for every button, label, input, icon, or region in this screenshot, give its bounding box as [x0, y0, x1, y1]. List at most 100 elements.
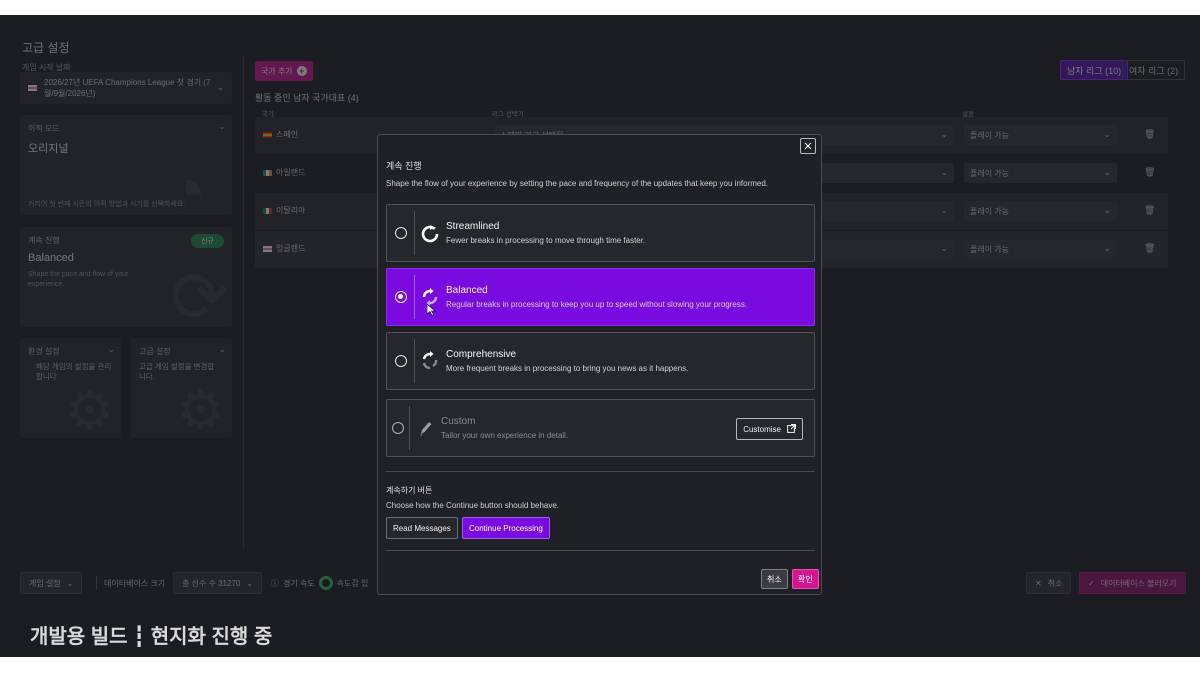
country-cell: 아일랜드: [263, 167, 305, 178]
pace-title: 계속 진행: [28, 236, 60, 245]
transfer-mode-value: 오리지널: [28, 143, 69, 155]
option-desc: More frequent breaks in processing to br…: [446, 364, 689, 373]
continue-processing-toggle[interactable]: Continue Processing: [462, 517, 550, 539]
modal-confirm-button[interactable]: 확인: [792, 569, 819, 589]
chevron-down-icon: ⌄: [66, 578, 74, 588]
chevron-down-icon: ⌄: [218, 121, 226, 131]
chevron-down-icon: ⌄: [216, 82, 224, 92]
option-divider: [414, 339, 415, 383]
option-comprehensive[interactable]: Comprehensive More frequent breaks in pr…: [386, 332, 815, 390]
total-players-select[interactable]: 총 선수 수 31270 ⌄: [173, 572, 263, 594]
chevron-down-icon: ⌄: [107, 344, 115, 354]
continue-button-title: 계속하기 버튼: [386, 486, 433, 495]
close-icon: ✕: [803, 140, 813, 153]
radio-button[interactable]: [395, 227, 407, 239]
chevron-down-icon: ⌄: [1103, 129, 1111, 139]
country-cell: 이탈리아: [263, 205, 305, 216]
tab-men-leagues[interactable]: 남자 리그 (10): [1060, 60, 1129, 80]
option-name: Streamlined: [446, 221, 500, 232]
pace-modal: ✕ 계속 진행 Shape the flow of your experienc…: [377, 134, 822, 595]
setting-value: 플레이 가능: [970, 206, 1010, 216]
check-icon: ✓: [1088, 578, 1095, 588]
new-badge: 신규: [191, 234, 224, 248]
plus-icon: +: [296, 66, 307, 76]
info-icon: ⓘ: [271, 578, 279, 588]
close-button[interactable]: ✕: [800, 138, 816, 154]
modal-cancel-button[interactable]: 취소: [761, 569, 788, 589]
england-flag-icon: [263, 245, 272, 252]
option-divider: [414, 275, 415, 319]
toolbar-divider: [96, 576, 97, 590]
env-settings-title: 환경 설정: [28, 347, 60, 356]
add-country-label: 국가 추가: [261, 66, 293, 76]
option-custom[interactable]: Custom Tailor your own experience in det…: [386, 399, 815, 457]
add-country-button[interactable]: 국가 추가 +: [255, 61, 313, 81]
option-divider: [409, 406, 410, 450]
chevron-down-icon: ⌄: [218, 344, 226, 354]
gear-icon: ⚙: [65, 379, 115, 438]
italy-flag-icon: [263, 207, 272, 214]
load-database-label: 데이터베이스 불러오기: [1100, 578, 1177, 588]
chevron-down-icon: ⌄: [940, 129, 948, 139]
speed-value: 속도감 있: [336, 578, 369, 588]
tab-women-leagues[interactable]: 여자 리그 (2): [1122, 60, 1186, 80]
gear-icon: ⚙: [176, 379, 226, 438]
transfer-mode-title: 이적 모드: [28, 124, 60, 133]
section-title: 활동 중인 남자 국가대표 (4): [255, 93, 359, 103]
speed-ring-icon: [318, 576, 333, 590]
game-settings-button[interactable]: 게임 설정 ⌄: [20, 572, 83, 594]
env-settings-card[interactable]: 환경 설정 ⌄ 해당 게임의 설정을 관리합니다 ⚙: [20, 338, 121, 438]
country-name: 이탈리아: [276, 206, 306, 215]
transfer-mode-desc: 커리어 첫 번째 시즌의 이적 방법과 시기를 선택하세요.: [28, 201, 186, 208]
customise-button[interactable]: Customise: [736, 418, 803, 440]
option-name: Balanced: [446, 285, 488, 296]
option-streamlined[interactable]: Streamlined Fewer breaks in processing t…: [386, 204, 815, 262]
cancel-button[interactable]: ✕ 취소: [1026, 572, 1072, 594]
start-date-value: 2026/27년 UEFA Champions League 첫 경기 (7월/…: [44, 78, 211, 98]
trash-icon[interactable]: 🗑: [1144, 243, 1155, 254]
setting-select[interactable]: 플레이 가능 ⌄: [964, 239, 1117, 259]
country-cell: 잉글랜드: [263, 243, 305, 254]
chevron-down-icon: ⌄: [1103, 205, 1111, 215]
comprehensive-icon: [420, 349, 440, 373]
game-screen: 고급 설정 게임 시작 날짜 2026/27년 UEFA Champions L…: [0, 15, 1200, 657]
vertical-divider: [243, 55, 244, 550]
modal-title: 계속 진행: [386, 161, 422, 171]
load-database-button[interactable]: ✓ 데이터베이스 불러오기: [1079, 572, 1186, 594]
pace-card[interactable]: 계속 진행 신규 Balanced Shape the pace and flo…: [20, 227, 232, 327]
mouse-cursor-icon: [426, 303, 436, 316]
radio-button[interactable]: [395, 355, 407, 367]
country-cell: 스페인: [263, 129, 298, 140]
option-desc: Fewer breaks in processing to move throu…: [446, 236, 646, 245]
total-players-value: 총 선수 수 31270: [182, 578, 241, 588]
trash-icon[interactable]: 🗑: [1144, 205, 1155, 216]
ireland-flag-icon: [263, 169, 272, 176]
setting-select[interactable]: 플레이 가능 ⌄: [964, 125, 1117, 145]
country-name: 아일랜드: [276, 168, 306, 177]
game-speed-group: ⓘ 경기 속도 속도감 있: [271, 576, 368, 590]
option-balanced[interactable]: Balanced Regular breaks in processing to…: [386, 268, 815, 326]
transfer-mode-card[interactable]: 이적 모드 ⌄ 오리지널 ◔ 커리어 첫 번째 시즌의 이적 방법과 시기를 선…: [20, 115, 232, 215]
pace-desc: Shape the pace and flow of your experien…: [28, 271, 129, 288]
option-name: Custom: [441, 416, 476, 427]
modal-divider: [386, 550, 815, 551]
streamlined-icon: [420, 221, 440, 245]
advanced-settings-card[interactable]: 고급 설정 ⌄ 고급 게임 설정을 변경합니다. ⚙: [131, 338, 232, 438]
cancel-label: 취소: [1047, 578, 1063, 588]
setting-value: 플레이 가능: [970, 244, 1010, 254]
external-link-icon: [787, 423, 796, 435]
pencil-icon: [416, 416, 436, 440]
radio-button[interactable]: [392, 422, 404, 434]
chevron-down-icon: ⌄: [940, 243, 948, 253]
page-title: 고급 설정: [22, 41, 70, 55]
trash-icon[interactable]: 🗑: [1144, 167, 1155, 178]
setting-select[interactable]: 플레이 가능 ⌄: [964, 163, 1117, 183]
read-messages-toggle[interactable]: Read Messages: [386, 517, 458, 539]
radio-button[interactable]: [395, 291, 407, 303]
trash-icon[interactable]: 🗑: [1144, 129, 1155, 140]
option-desc: Tailor your own experience in detail.: [441, 431, 569, 440]
setting-select[interactable]: 플레이 가능 ⌄: [964, 201, 1117, 221]
start-date-dropdown[interactable]: 2026/27년 UEFA Champions League 첫 경기 (7월/…: [20, 72, 232, 104]
england-flag-icon: [28, 85, 37, 91]
chevron-down-icon: ⌄: [940, 167, 948, 177]
